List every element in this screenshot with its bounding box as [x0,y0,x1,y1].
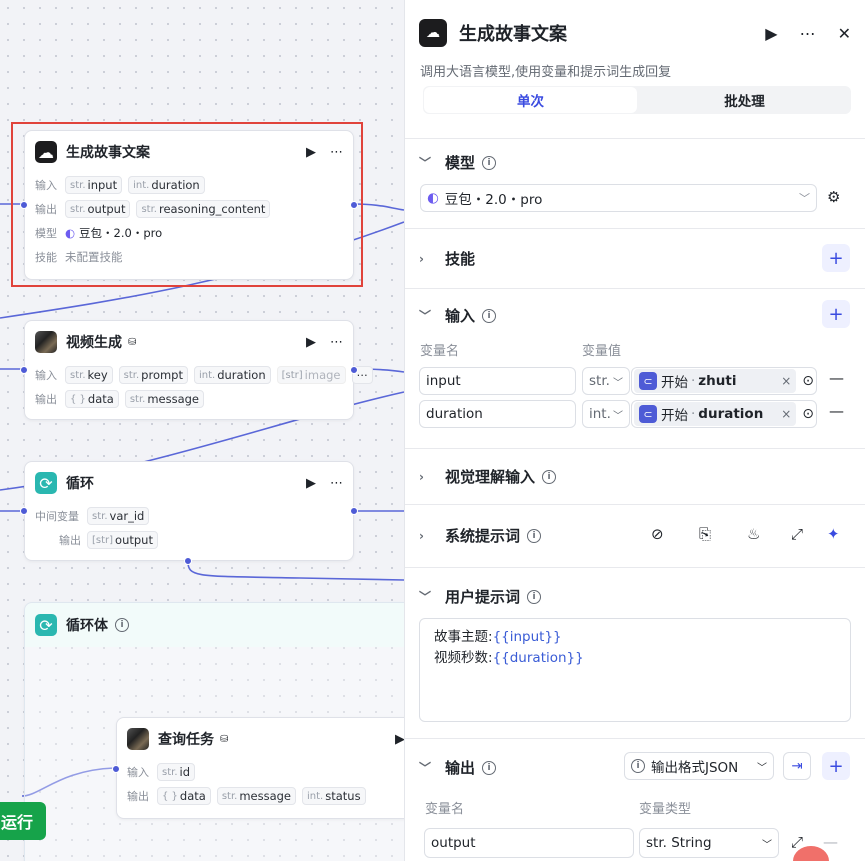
info-icon: i [527,528,542,543]
input-value-ref[interactable]: ⊂ 开始 · zhuti × ⊙ [631,367,817,395]
tab-single[interactable]: 单次 [424,87,637,113]
start-node-icon: ⊂ [639,405,657,423]
more-icon[interactable]: ⋯ [330,476,343,491]
skill-section-header[interactable]: › 技能 [419,248,475,269]
start-node-icon: ⊂ [639,372,657,390]
compass-icon[interactable]: ⊘ [651,525,664,543]
chevron-right-icon: › [419,251,424,266]
input-port[interactable] [112,765,120,773]
chevron-down-icon: ﹀ [419,156,432,170]
expand-icon[interactable]: ⤢ [791,525,803,543]
input-value-ref[interactable]: ⊂ 开始 · duration × ⊙ [631,400,817,428]
output-port[interactable] [350,507,358,515]
user-prompt-section-header[interactable]: ﹀ 用户提示词 i [419,586,542,607]
model-select[interactable]: ◐ 豆包・2.0・pro ﹀ [420,184,817,212]
mode-tabs: 单次 批处理 [423,86,851,114]
chevron-right-icon: › [419,528,424,543]
tab-batch[interactable]: 批处理 [638,86,851,114]
doubao-icon: ◐ [427,190,439,206]
output-port[interactable] [350,366,358,374]
output-format-select[interactable]: i 输出格式JSON ﹀ [624,752,774,780]
panel-title: 生成故事文案 [459,24,567,45]
model-settings-gear-icon[interactable]: ⚙ [827,188,840,206]
node-loop[interactable]: ⟳ 循环 ▶ ⋯ 中间变量 str. var_id 输出 [str] output [20,461,358,565]
close-icon[interactable]: ✕ [838,24,851,43]
variable-picker-icon: ⊙ [802,406,814,422]
variable-picker-icon: ⊙ [802,373,814,389]
run-node-icon[interactable]: ▶ [306,476,316,491]
system-prompt-section-header[interactable]: › 系统提示词 i [419,525,542,546]
ai-sparkle-icon[interactable]: ✦ [827,525,840,543]
query-plugin-icon [127,728,149,750]
output-name-field[interactable]: output [424,828,634,858]
info-icon: i [542,469,557,484]
more-icon[interactable]: ⋯ [800,24,816,43]
chevron-down-icon: ﹀ [419,309,432,323]
llm-icon: ☁ [419,19,447,47]
input-port[interactable] [20,366,28,374]
input-name-field[interactable]: input [419,367,576,395]
run-button[interactable]: 运行 [0,802,46,840]
loop-icon: ⟳ [35,472,57,494]
selection-highlight [11,122,363,287]
panel-description: 调用大语言模型,使用变量和提示词生成回复 [420,65,672,80]
input-type-select[interactable]: str. ﹀ [582,367,630,395]
plugin-badge-icon: ⛁ [128,336,137,348]
add-skill-button[interactable]: + [822,244,850,272]
node-query-task[interactable]: 查询任务 ⛁ ▶ 输入 str. id 输出 { } data str. message… [112,717,416,819]
prompt-library-icon[interactable]: ⎘ [699,525,711,543]
node-video-generate[interactable]: 视频生成 ⛁ ▶ ⋯ 输入 str. key str. prompt int. durat… [20,320,373,420]
node-config-panel: ☁ 生成故事文案 ▶ ⋯ ✕ 调用大语言模型,使用变量和提示词生成回复 单次 批处理… [404,0,865,861]
output-type-select[interactable]: str. String ﹀ [639,828,779,858]
remove-output-button[interactable]: — [823,833,838,851]
model-section-header[interactable]: ﹀ 模型 i [419,152,497,173]
visual-input-section-header[interactable]: › 视觉理解输入 i [419,466,557,487]
clear-icon: × [781,374,792,388]
info-icon: i [482,760,497,775]
chevron-right-icon: › [419,469,424,484]
add-output-button[interactable]: + [822,752,850,780]
info-icon[interactable]: i [115,618,129,632]
input-section-header[interactable]: ﹀ 输入 i [419,305,497,326]
loop-body-port[interactable] [184,557,192,565]
info-icon: i [482,308,497,323]
import-output-button[interactable]: ⇥ [783,752,811,780]
info-icon: i [527,589,542,604]
user-prompt-editor[interactable]: 故事主题:{{input}} 视频秒数:{{duration}} [419,618,851,722]
input-type-select[interactable]: int. ﹀ [582,400,630,428]
video-plugin-icon [35,331,57,353]
info-icon: i [482,155,497,170]
run-icon[interactable]: ▶ [765,24,777,43]
input-port[interactable] [20,507,28,515]
chevron-down-icon: ﹀ [799,192,810,205]
clear-icon: × [781,407,792,421]
more-icon[interactable]: ⋯ [330,335,343,350]
input-name-field[interactable]: duration [419,400,576,428]
chevron-down-icon: ﹀ [419,761,432,775]
add-input-button[interactable]: + [822,300,850,328]
chevron-down-icon: ﹀ [419,590,432,604]
plugin-badge-icon: ⛁ [220,733,229,745]
remove-input-button[interactable]: — [829,402,844,420]
remove-input-button[interactable]: — [829,369,844,387]
loop-body-icon: ⟳ [35,614,57,636]
output-section-header[interactable]: ﹀ 输出 i [419,757,497,778]
info-icon: i [631,759,645,773]
run-node-icon[interactable]: ▶ [306,335,316,350]
lightbulb-icon[interactable]: ♨ [747,525,760,543]
